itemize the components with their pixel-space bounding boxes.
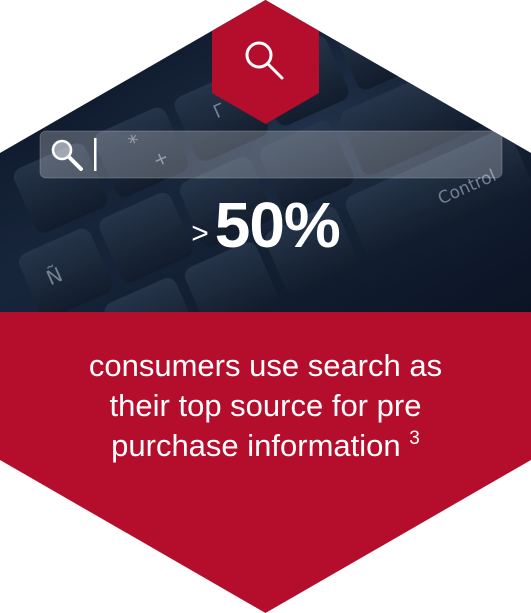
caption-highlight: pre [376,388,422,423]
caption-highlight: search [307,348,401,383]
caption-text: their top source for [109,388,377,423]
caption: consumers use search as their top source… [40,346,491,466]
caption-text: as [400,348,443,383]
footnote-marker: 3 [409,428,420,449]
stat-prefix: > [191,217,209,250]
caption-highlight: purchase information [111,428,401,463]
hexagon-card: * + Γ Ñ Control [0,0,531,613]
stat-line: >50% [0,188,531,262]
stat-value: 50% [214,189,341,261]
text-cursor [94,138,97,171]
search-bar [39,130,503,179]
caption-text: consumers use [88,348,308,383]
